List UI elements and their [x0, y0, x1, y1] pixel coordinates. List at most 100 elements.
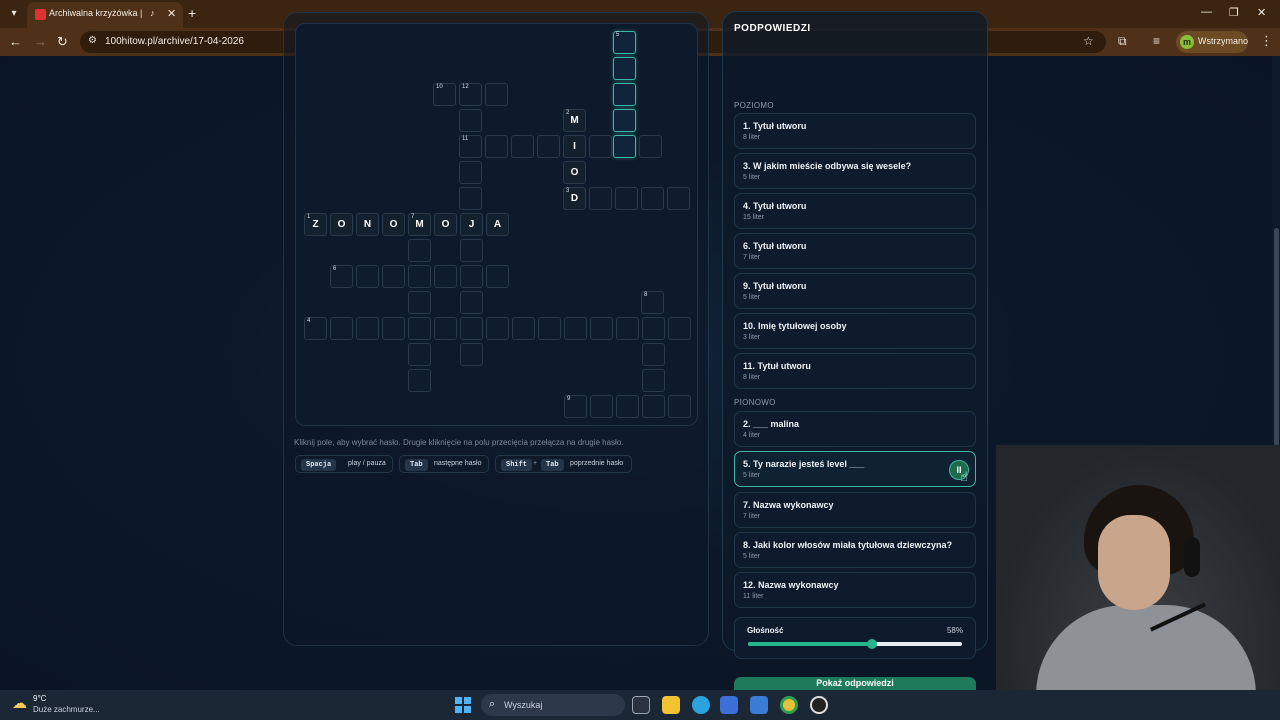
clue-across-3[interactable]: 3. W jakim mieście odbywa się wesele? 5 …	[734, 153, 976, 189]
crossword-cell[interactable]	[642, 369, 665, 392]
store-icon[interactable]	[720, 696, 738, 714]
taskbar-search[interactable]: ⌕ Wyszukaj	[481, 694, 625, 716]
crossword-cell[interactable]	[356, 317, 379, 340]
crossword-cell[interactable]	[511, 135, 534, 158]
clue-across-9[interactable]: 9. Tytuł utworu 5 liter	[734, 273, 976, 309]
crossword-cell[interactable]	[613, 109, 636, 132]
forward-icon[interactable]: →	[34, 34, 47, 50]
file-explorer-icon[interactable]	[662, 696, 680, 714]
crossword-cell[interactable]: 8	[641, 291, 664, 314]
crossword-cell[interactable]	[537, 135, 560, 158]
crossword-cell[interactable]	[434, 265, 457, 288]
crossword-cell[interactable]	[641, 187, 664, 210]
crossword-cell[interactable]: 7M	[408, 213, 431, 236]
crossword-cell[interactable]: O	[382, 213, 405, 236]
clue-across-10[interactable]: 10. Imię tytułowej osoby 3 liter	[734, 313, 976, 349]
crossword-cell[interactable]	[616, 317, 639, 340]
clue-down-8[interactable]: 8. Jaki kolor włosów miała tytułowa dzie…	[734, 532, 976, 568]
crossword-cell[interactable]	[460, 343, 483, 366]
crossword-cell[interactable]	[564, 317, 587, 340]
crossword-cell[interactable]	[434, 317, 457, 340]
clue-down-12[interactable]: 12. Nazwa wykonawcy 11 liter	[734, 572, 976, 608]
tab-search-icon[interactable]: ▾	[6, 6, 22, 22]
crossword-cell[interactable]	[642, 343, 665, 366]
clue-across-11[interactable]: 11. Tytuł utworu 8 liter	[734, 353, 976, 389]
crossword-cell[interactable]	[538, 317, 561, 340]
crossword-cell[interactable]	[613, 135, 636, 158]
crossword-cell[interactable]	[460, 265, 483, 288]
site-info-icon[interactable]: ⚙	[88, 35, 97, 46]
crossword-cell[interactable]	[485, 83, 508, 106]
crossword-cell[interactable]	[460, 239, 483, 262]
edge-browser-icon[interactable]	[692, 696, 710, 714]
more-menu-icon[interactable]: ⋮	[1260, 33, 1273, 49]
clue-down-7[interactable]: 7. Nazwa wykonawcy 7 liter	[734, 492, 976, 528]
crossword-cell[interactable]	[382, 317, 405, 340]
close-tab-icon[interactable]: ✕	[167, 7, 176, 20]
crossword-cell[interactable]	[642, 317, 665, 340]
crossword-cell[interactable]: 4	[304, 317, 327, 340]
crossword-cell[interactable]	[408, 239, 431, 262]
browser-tab[interactable]: Archiwalna krzyżówka | 100 ♪ ✕	[27, 2, 183, 28]
crossword-cell[interactable]	[668, 317, 691, 340]
crossword-cell[interactable]: A	[486, 213, 509, 236]
crossword-cell[interactable]: I	[563, 135, 586, 158]
crossword-cell[interactable]	[512, 317, 535, 340]
crossword-cell[interactable]: O	[434, 213, 457, 236]
crossword-cell[interactable]	[616, 395, 639, 418]
crossword-cell[interactable]	[668, 395, 691, 418]
crossword-cell[interactable]: 6	[330, 265, 353, 288]
crossword-cell[interactable]: 3D	[563, 187, 586, 210]
crossword-cell[interactable]	[330, 317, 353, 340]
crossword-cell[interactable]: J	[460, 213, 483, 236]
crossword-cell[interactable]: O	[563, 161, 586, 184]
speaker-icon[interactable]: ♪	[150, 8, 155, 18]
crossword-cell[interactable]	[486, 317, 509, 340]
crossword-cell[interactable]	[408, 369, 431, 392]
crossword-cell[interactable]: 5	[613, 31, 636, 54]
crossword-cell[interactable]	[459, 109, 482, 132]
page-scrollbar-thumb[interactable]	[1274, 228, 1279, 446]
crossword-cell[interactable]	[356, 265, 379, 288]
crossword-cell[interactable]	[589, 135, 612, 158]
clue-across-1[interactable]: 1. Tytuł utworu 8 liter	[734, 113, 976, 149]
crossword-cell[interactable]: O	[330, 213, 353, 236]
outlook-icon[interactable]	[750, 696, 768, 714]
weather-cloud-icon[interactable]: ☁	[12, 696, 27, 712]
reload-icon[interactable]: ↻	[57, 34, 68, 50]
clue-across-4[interactable]: 4. Tytuł utworu 15 liter	[734, 193, 976, 229]
crossword-cell[interactable]	[589, 187, 612, 210]
crossword-cell[interactable]: N	[356, 213, 379, 236]
crossword-cell[interactable]: 2M	[563, 109, 586, 132]
clue-down-5[interactable]: 5. Ty narazie jesteś level ___ 5 liter I…	[734, 451, 976, 487]
volume-slider[interactable]	[748, 639, 962, 649]
task-view-icon[interactable]	[632, 696, 650, 714]
clue-across-6[interactable]: 6. Tytuł utworu 7 liter	[734, 233, 976, 269]
crossword-cell[interactable]	[613, 83, 636, 106]
extensions-icon[interactable]: ⧉	[1118, 34, 1127, 49]
crossword-cell[interactable]	[590, 395, 613, 418]
crossword-cell[interactable]	[485, 135, 508, 158]
volume-slider-thumb[interactable]	[867, 639, 878, 649]
crossword-cell[interactable]	[639, 135, 662, 158]
crossword-cell[interactable]	[460, 317, 483, 340]
crossword-cell[interactable]	[408, 317, 431, 340]
crossword-cell[interactable]: 12	[459, 83, 482, 106]
windows-start-icon[interactable]	[455, 697, 471, 713]
crossword-cell[interactable]: 11	[459, 135, 482, 158]
crossword-cell[interactable]	[590, 317, 613, 340]
crossword-cell[interactable]	[460, 291, 483, 314]
crossword-cell[interactable]	[408, 291, 431, 314]
bookmark-star-icon[interactable]: ☆	[1083, 34, 1094, 48]
clue-down-2[interactable]: 2. ___ malina 4 liter	[734, 411, 976, 447]
crossword-cell[interactable]: 10	[433, 83, 456, 106]
crossword-cell[interactable]: 1Z	[304, 213, 327, 236]
crossword-cell[interactable]	[459, 161, 482, 184]
crossword-cell[interactable]	[667, 187, 690, 210]
minimize-icon[interactable]: —	[1201, 6, 1212, 18]
crossword-cell[interactable]	[408, 343, 431, 366]
crossword-cell[interactable]	[642, 395, 665, 418]
crossword-cell[interactable]: 9	[564, 395, 587, 418]
new-tab-icon[interactable]: +	[188, 5, 196, 21]
chrome-browser-icon[interactable]	[780, 696, 798, 714]
